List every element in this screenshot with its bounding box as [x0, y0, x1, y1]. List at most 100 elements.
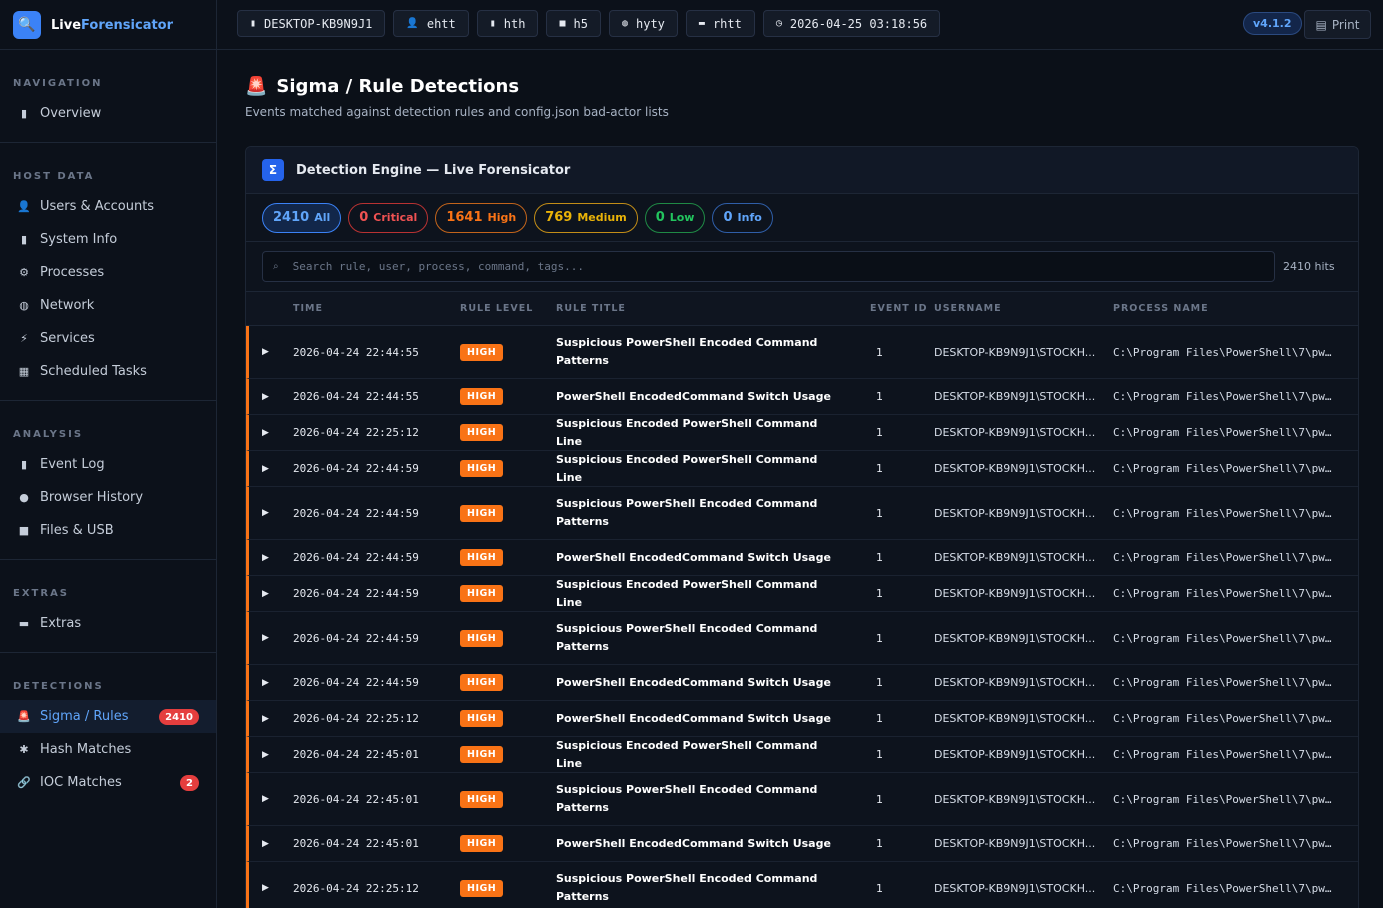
count-badge: 2 — [180, 775, 199, 791]
sidebar-item-ioc-matches[interactable]: 🔗 IOC Matches 2 — [0, 766, 216, 799]
host-chip[interactable]: ▮ DESKTOP-KB9N9J1 — [237, 10, 386, 37]
filter-info[interactable]: 0 Info — [712, 202, 773, 233]
expand-arrow-icon[interactable]: ▶ — [249, 508, 293, 518]
host-chip[interactable]: ◍ hyty — [608, 10, 678, 37]
row-username: DESKTOP-KB9N9J1\STOCKH... — [934, 506, 1096, 520]
host-chip-label: hth — [503, 16, 526, 31]
expand-arrow-icon[interactable]: ▶ — [249, 883, 293, 893]
sidebar-item-browser-history[interactable]: ● Browser History — [0, 481, 216, 514]
sidebar-item-files-usb[interactable]: ■ Files & USB — [0, 514, 216, 547]
level-badge: HIGH — [460, 585, 504, 602]
host-chip[interactable]: ▮ hth — [476, 10, 539, 37]
filter-high[interactable]: 1641 High — [435, 202, 528, 233]
expand-arrow-icon[interactable]: ▶ — [249, 633, 293, 643]
column-header-username[interactable]: USERNAME — [934, 303, 1113, 314]
page-header: 🚨 Sigma / Rule Detections Events matched… — [245, 76, 669, 119]
sidebar-item-network[interactable]: ◍ Network — [0, 289, 216, 322]
table-row[interactable]: ▶ 2026-04-24 22:45:01 HIGH PowerShell Encod… — [246, 826, 1358, 862]
sidebar-item-overview[interactable]: ▮ Overview — [0, 97, 216, 130]
filter-low[interactable]: 0 Low — [644, 202, 706, 233]
table-row[interactable]: ▶ 2026-04-24 22:25:12 HIGH Suspicious Power… — [246, 862, 1358, 908]
brand[interactable]: 🔍 LiveForensicator — [0, 0, 217, 50]
row-rule-title: Suspicious Encoded PowerShell Command Li… — [556, 452, 818, 484]
column-header-event-id[interactable]: EVENT ID — [846, 303, 934, 314]
level-badge: HIGH — [460, 710, 504, 727]
expand-arrow-icon[interactable]: ▶ — [249, 839, 293, 849]
table-row[interactable]: ▶ 2026-04-24 22:44:59 HIGH Suspicious Power… — [246, 612, 1358, 665]
sidebar-item-users-accounts[interactable]: 👤 Users & Accounts — [0, 190, 216, 223]
column-header-rule-level[interactable]: RULE LEVEL — [460, 303, 556, 314]
row-process-name: C:\Program Files\PowerShell\7\pw… — [1113, 345, 1332, 359]
row-time: 2026-04-24 22:44:59 — [293, 506, 419, 520]
expand-arrow-icon[interactable]: ▶ — [249, 347, 293, 357]
column-header-time[interactable]: TIME — [293, 303, 460, 314]
expand-arrow-icon[interactable]: ▶ — [249, 392, 293, 402]
row-username: DESKTOP-KB9N9J1\STOCKH... — [934, 587, 1096, 600]
page-subtitle: Events matched against detection rules a… — [245, 105, 669, 119]
expand-arrow-icon[interactable]: ▶ — [249, 589, 293, 599]
sidebar-item-system-info[interactable]: ▮ System Info — [0, 223, 216, 256]
sidebar-item-label: Processes — [40, 265, 105, 280]
table-row[interactable]: ▶ 2026-04-24 22:25:12 HIGH Suspicious Encod… — [246, 415, 1358, 451]
table-row[interactable]: ▶ 2026-04-24 22:25:12 HIGH PowerShell Encod… — [246, 701, 1358, 737]
sidebar-item-label: IOC Matches — [40, 775, 122, 790]
nav-section: DETECTIONS 🚨 Sigma / Rules 2410 ✱ Hash Matche… — [0, 653, 216, 811]
sidebar-item-label: Extras — [40, 616, 82, 631]
lightning-icon: ⚡ — [20, 332, 28, 345]
row-time: 2026-04-24 22:44:59 — [293, 587, 419, 600]
row-time: 2026-04-24 22:44:59 — [293, 631, 419, 645]
expand-arrow-icon[interactable]: ▶ — [249, 553, 293, 563]
expand-arrow-icon[interactable]: ▶ — [249, 750, 293, 760]
sidebar-item-sigma-rules[interactable]: 🚨 Sigma / Rules 2410 — [0, 700, 216, 733]
host-chip[interactable]: ▬ rhtt — [685, 10, 755, 37]
sidebar-item-label: Sigma / Rules — [40, 709, 129, 724]
filter-label: Info — [737, 211, 762, 224]
search-box[interactable]: ⌕ — [262, 251, 1275, 282]
table-row[interactable]: ▶ 2026-04-24 22:45:01 HIGH Suspicious Encod… — [246, 737, 1358, 773]
table-row[interactable]: ▶ 2026-04-24 22:44:59 HIGH PowerShell Encod… — [246, 540, 1358, 576]
host-chip[interactable]: ◷ 2026-04-25 03:18:56 — [762, 10, 941, 37]
sidebar-item-label: Services — [40, 331, 95, 346]
sidebar-item-services[interactable]: ⚡ Services — [0, 322, 216, 355]
filter-label: Medium — [577, 211, 627, 224]
row-event-id: 1 — [876, 426, 883, 439]
host-chip[interactable]: 👤 ehtt — [393, 10, 469, 37]
column-header-rule-title[interactable]: RULE TITLE — [556, 303, 846, 314]
main-content: 🚨 Sigma / Rule Detections Events matched… — [217, 50, 1383, 908]
row-level: HIGH — [460, 549, 556, 566]
level-badge: HIGH — [460, 790, 504, 808]
expand-arrow-icon[interactable]: ▶ — [249, 428, 293, 438]
filter-all[interactable]: 2410 All — [262, 202, 342, 233]
magnifier-icon: 🔍 — [13, 11, 41, 39]
search-input[interactable] — [292, 260, 1243, 273]
row-process-name: C:\Program Files\PowerShell\7\pw… — [1113, 837, 1332, 850]
filter-count: 0 — [723, 210, 733, 225]
table-row[interactable]: ▶ 2026-04-24 22:44:55 HIGH PowerShell Encod… — [246, 379, 1358, 415]
expand-arrow-icon[interactable]: ▶ — [249, 678, 293, 688]
expand-arrow-icon[interactable]: ▶ — [249, 464, 293, 474]
table-row[interactable]: ▶ 2026-04-24 22:44:59 HIGH PowerShell Encod… — [246, 665, 1358, 701]
level-badge: HIGH — [460, 629, 504, 647]
nav-section-title: NAVIGATION — [13, 78, 103, 89]
sidebar-item-event-log[interactable]: ▮ Event Log — [0, 448, 216, 481]
table-row[interactable]: ▶ 2026-04-24 22:45:01 HIGH Suspicious Power… — [246, 773, 1358, 826]
host-chip[interactable]: ■ h5 — [546, 10, 601, 37]
row-level: HIGH — [460, 460, 556, 477]
table-row[interactable]: ▶ 2026-04-24 22:44:55 HIGH Suspicious Power… — [246, 326, 1358, 379]
table-row[interactable]: ▶ 2026-04-24 22:44:59 HIGH Suspicious Power… — [246, 487, 1358, 540]
sidebar-item-hash-matches[interactable]: ✱ Hash Matches — [0, 733, 216, 766]
sidebar-item-label: System Info — [40, 232, 118, 247]
filter-critical[interactable]: 0 Critical — [348, 202, 429, 233]
expand-arrow-icon[interactable]: ▶ — [249, 714, 293, 724]
table-row[interactable]: ▶ 2026-04-24 22:44:59 HIGH Suspicious Encod… — [246, 576, 1358, 612]
table-row[interactable]: ▶ 2026-04-24 22:44:59 HIGH Suspicious Encod… — [246, 451, 1358, 487]
row-username: DESKTOP-KB9N9J1\STOCKH... — [934, 551, 1096, 564]
sidebar-item-processes[interactable]: ⚙ Processes — [0, 256, 216, 289]
chart-icon: ▮ — [20, 107, 28, 120]
sidebar-item-scheduled-tasks[interactable]: ▦ Scheduled Tasks — [0, 355, 216, 388]
sidebar-item-extras[interactable]: ▬ Extras — [0, 607, 216, 640]
expand-arrow-icon[interactable]: ▶ — [249, 794, 293, 804]
filter-medium[interactable]: 769 Medium — [534, 202, 638, 233]
print-button[interactable]: ▤ Print — [1304, 10, 1371, 39]
column-header-process-name[interactable]: PROCESS NAME — [1113, 303, 1343, 314]
